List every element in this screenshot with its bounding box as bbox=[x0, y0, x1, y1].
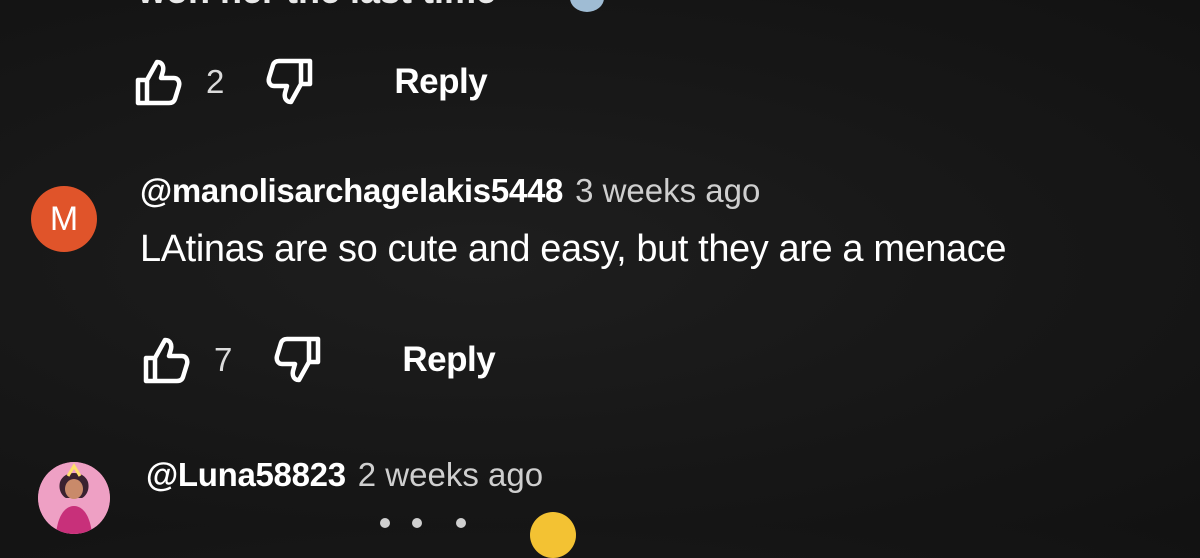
like-count: 2 bbox=[206, 63, 225, 100]
avatar-letter: M bbox=[49, 199, 79, 238]
comment-author[interactable]: @Luna58823 bbox=[146, 456, 346, 494]
like-count: 7 bbox=[214, 341, 233, 378]
reply-button[interactable]: Reply bbox=[402, 340, 495, 380]
comment-text: LAtinas are so cute and easy, but they a… bbox=[140, 228, 1007, 270]
avatar[interactable]: M bbox=[31, 186, 97, 252]
dislike-button[interactable] bbox=[264, 56, 316, 108]
comment-timestamp[interactable]: 3 weeks ago bbox=[575, 172, 760, 210]
emoji-icon bbox=[530, 512, 576, 558]
previous-comment-actions: 2 Reply bbox=[132, 56, 488, 108]
like-button[interactable] bbox=[132, 56, 184, 108]
comment-actions: 7 Reply bbox=[140, 334, 496, 386]
comment-timestamp[interactable]: 2 weeks ago bbox=[358, 456, 543, 494]
comment-header: @Luna58823 2 weeks ago bbox=[146, 456, 543, 494]
thumbs-down-icon bbox=[266, 58, 313, 105]
comment-text-cut bbox=[372, 512, 482, 528]
thumbs-up-icon bbox=[143, 337, 190, 384]
comment-author[interactable]: @manolisarchagelakis5448 bbox=[140, 172, 563, 210]
thumbs-up-icon bbox=[135, 59, 182, 106]
previous-comment-text: won her the last time bbox=[138, 0, 496, 12]
avatar[interactable] bbox=[38, 462, 110, 534]
like-button[interactable] bbox=[140, 334, 192, 386]
emoji-icon bbox=[570, 0, 604, 12]
avatar-image bbox=[38, 462, 110, 534]
thumbs-down-icon bbox=[274, 336, 321, 383]
comment-header: @manolisarchagelakis5448 3 weeks ago bbox=[140, 172, 760, 210]
dislike-button[interactable] bbox=[272, 334, 324, 386]
reply-button[interactable]: Reply bbox=[394, 62, 487, 102]
